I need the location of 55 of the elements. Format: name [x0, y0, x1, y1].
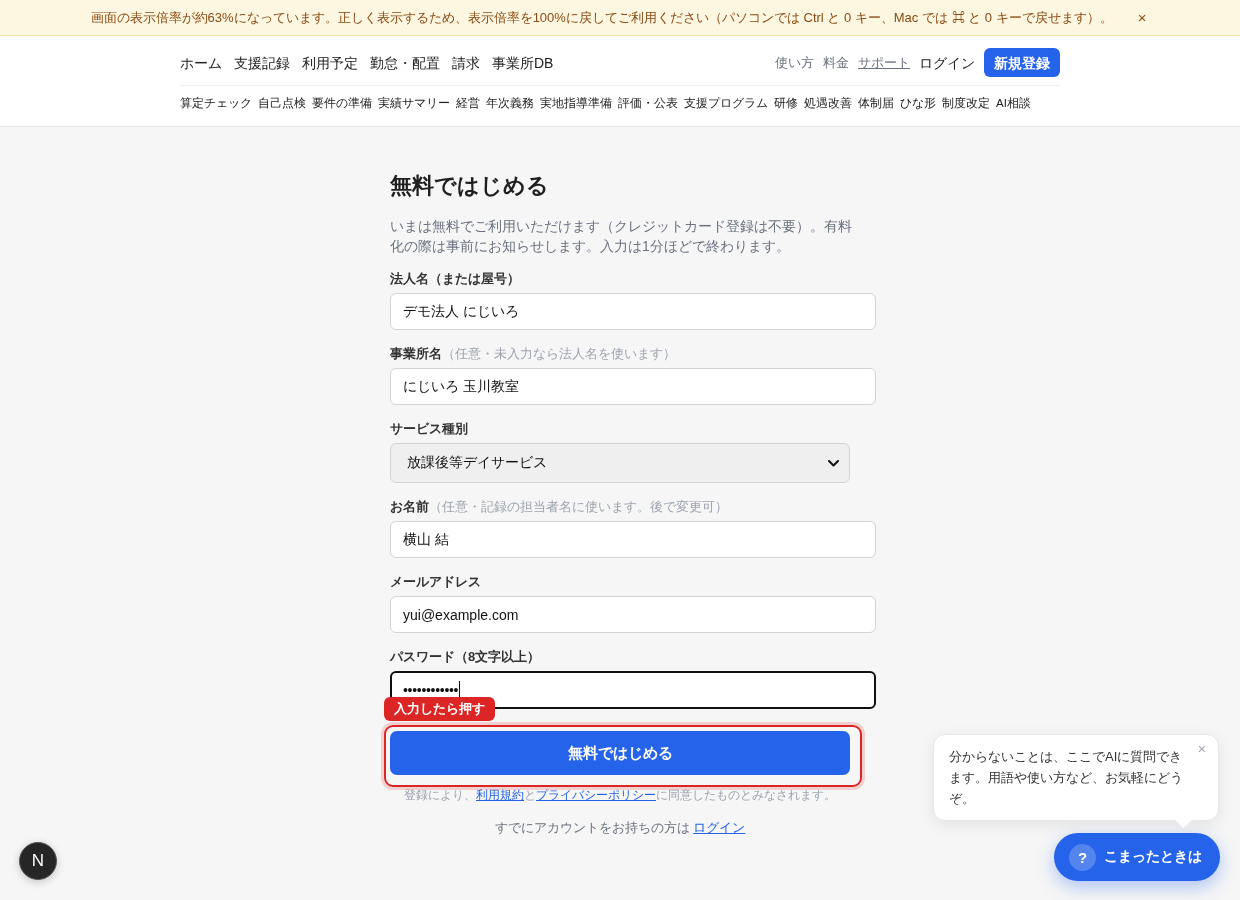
subnav-link[interactable]: 処遇改善 — [804, 95, 852, 111]
field-hint: （任意・未入力なら法人名を使います） — [442, 345, 676, 363]
nav-link[interactable]: 請求 — [452, 52, 480, 73]
nav-link[interactable]: 利用予定 — [302, 52, 358, 73]
subnav-link[interactable]: 体制届 — [858, 95, 894, 111]
subnav-link[interactable]: 要件の準備 — [312, 95, 372, 111]
login-link[interactable]: ログイン — [693, 820, 746, 835]
form-title: 無料ではじめる — [390, 172, 550, 200]
field-label: メールアドレス — [390, 573, 481, 591]
help-button[interactable]: ? こまったときは — [1054, 833, 1220, 881]
select-field[interactable]: 放課後等デイサービス — [390, 443, 850, 483]
dev-indicator-button[interactable]: N — [19, 842, 57, 880]
terms-link[interactable]: プライバシーポリシー — [536, 788, 656, 802]
field-label: パスワード（8文字以上） — [390, 648, 541, 666]
field-hint: （任意・記録の担当者名に使います。後で変更可） — [429, 498, 728, 516]
subnav-link[interactable]: 実績サマリー — [378, 95, 450, 111]
header-link[interactable]: サポート — [858, 52, 910, 73]
help-icon: ? — [1069, 843, 1096, 871]
subnav-link[interactable]: 制度改定 — [942, 95, 990, 111]
help-message: 分からないことは、ここでAIに質問できます。用語や使い方など、お気軽にどうぞ。 — [949, 748, 1184, 808]
nav-link[interactable]: ホーム — [180, 52, 222, 73]
zoom-warning-text: 画面の表示倍率が約63%になっています。正しく表示するため、表示倍率を100%に戻してご利用ください（パソコンでは Ctrl と 0 キー、Mac では ⌘ と 0 キーで戻せます）。 — [90, 8, 1113, 27]
terms-note: 登録により、利用規約 と プライバシーポリシーに同意したものとみなされます。 — [403, 787, 837, 803]
signup-button[interactable]: 新規登録 — [984, 48, 1060, 77]
header-link[interactable]: 料金 — [823, 52, 849, 73]
form-description: いまは無料でご利用いただけます（クレジットカード登録は不要）。有料化の際は事前にお知らせします。入力は1分ほどで終わります。 — [390, 217, 853, 256]
subnav-link[interactable]: 経営 — [456, 95, 480, 111]
subnav-link[interactable]: 評価・公表 — [618, 95, 678, 111]
nav-link[interactable]: 支援記録 — [234, 52, 290, 73]
field-label: 法人名（または屋号） — [390, 270, 520, 288]
input-field[interactable]: にじいろ 玉川教室 — [390, 368, 876, 405]
subnav-link[interactable]: 算定チェック — [180, 95, 252, 111]
nav-link[interactable]: 事業所DB — [492, 52, 554, 73]
field-label: サービス種別 — [390, 420, 468, 438]
subnav-link[interactable]: 実地指導準備 — [540, 95, 612, 111]
subnav-link[interactable]: ひな形 — [900, 95, 936, 111]
field-label: お名前 — [390, 498, 429, 516]
subnav-link[interactable]: 年次義務 — [486, 95, 534, 111]
nav-link[interactable]: 勤怠・配置 — [370, 52, 440, 73]
login-link[interactable]: ログイン — [919, 52, 975, 73]
chevron-down-icon — [828, 459, 839, 467]
subnav-link[interactable]: 自己点検 — [258, 95, 306, 111]
terms-link[interactable]: 利用規約 — [476, 788, 524, 802]
header-link[interactable]: 使い方 — [775, 52, 814, 73]
field-label: 事業所名 — [390, 345, 442, 363]
input-field[interactable]: yui@example.com — [390, 596, 876, 633]
input-field[interactable]: 横山 結 — [390, 521, 876, 558]
submit-button[interactable]: 無料ではじめる — [390, 731, 850, 775]
subnav-link[interactable]: 研修 — [774, 95, 798, 111]
subnav-link[interactable]: AI相談 — [996, 95, 1031, 111]
close-button[interactable]: × — [1134, 7, 1150, 28]
input-field[interactable]: デモ法人 にじいろ — [390, 293, 876, 330]
login-prompt: すでにアカウントをお持ちの方は ログイン — [493, 819, 747, 837]
subnav-link[interactable]: 支援プログラム — [684, 95, 768, 111]
hint-callout: 入力したら押す — [384, 697, 495, 721]
